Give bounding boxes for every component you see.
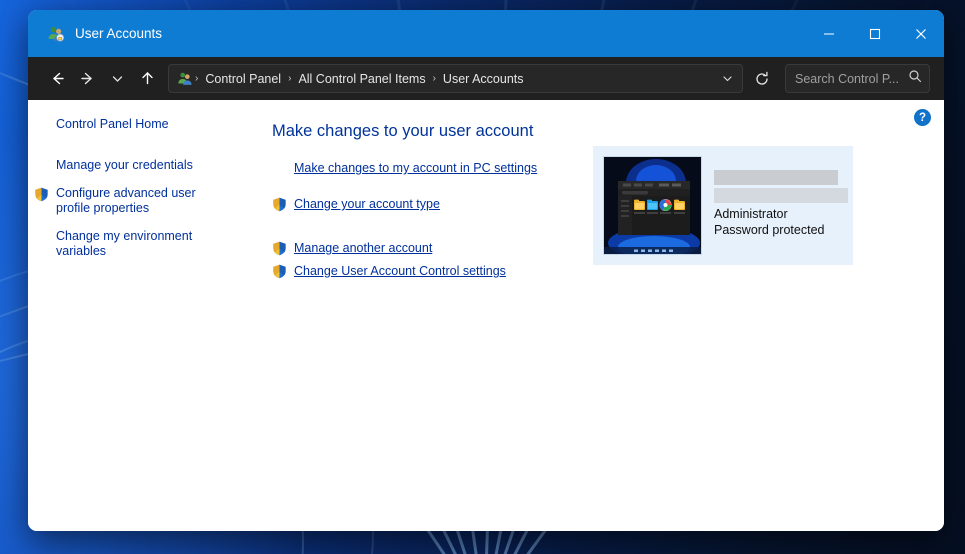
forward-arrow-icon[interactable] (72, 65, 102, 93)
link-label: Change User Account Control settings (294, 264, 506, 278)
link-label: Make changes to my account in PC setting… (294, 161, 538, 175)
window-body: Control Panel Home Manage your credentia… (28, 100, 944, 531)
search-box[interactable] (785, 64, 930, 93)
breadcrumb-separator: › (432, 73, 436, 84)
breadcrumb-separator: › (195, 73, 199, 84)
help-icon[interactable]: ? (914, 109, 931, 126)
user-accounts-icon (47, 25, 65, 43)
breadcrumb-item-all-control-panel-items[interactable]: All Control Panel Items (293, 69, 430, 89)
address-dropdown-chevron-down-icon[interactable] (714, 66, 740, 91)
uac-shield-icon (34, 187, 49, 202)
account-email-redacted (714, 188, 848, 203)
sidebar-item-label: Configure advanced user profile properti… (56, 186, 196, 215)
uac-shield-icon (272, 197, 287, 212)
back-arrow-icon[interactable] (42, 65, 72, 93)
search-icon[interactable] (908, 69, 922, 88)
breadcrumb-user-accounts-icon (177, 71, 193, 87)
breadcrumb-item-control-panel[interactable]: Control Panel (200, 69, 286, 89)
sidebar-item-label: Control Panel Home (56, 117, 169, 131)
password-status: Password protected (714, 223, 825, 237)
sidebar-item-change-my-environment-variables[interactable]: Change my environment variables (56, 229, 216, 259)
maximize-button[interactable] (852, 10, 898, 57)
refresh-icon[interactable] (747, 65, 777, 93)
main-content: Make changes to your user account Make c… (250, 100, 944, 531)
account-summary-panel: Administrator Password protected (593, 146, 853, 265)
recent-locations-chevron-down-icon[interactable] (102, 65, 132, 93)
close-button[interactable] (898, 10, 944, 57)
link-change-uac-settings[interactable]: Change User Account Control settings (273, 264, 944, 279)
minimize-button[interactable] (806, 10, 852, 57)
account-name-redacted (714, 170, 838, 185)
uac-shield-icon (272, 241, 287, 256)
account-type: Administrator (714, 207, 788, 221)
search-input[interactable] (793, 70, 908, 87)
breadcrumb-separator: › (288, 73, 292, 84)
account-details: Administrator Password protected (714, 156, 848, 238)
sidebar: Control Panel Home Manage your credentia… (28, 100, 250, 531)
sidebar-item-control-panel-home[interactable]: Control Panel Home (56, 117, 216, 132)
sidebar-item-label: Manage your credentials (56, 158, 193, 172)
breadcrumb-item-user-accounts[interactable]: User Accounts (438, 69, 529, 89)
link-label: Change your account type (294, 197, 440, 211)
sidebar-item-manage-your-credentials[interactable]: Manage your credentials (56, 158, 216, 173)
user-accounts-window: User Accounts › Control Panel › All Cont… (28, 10, 944, 531)
address-bar[interactable]: › Control Panel › All Control Panel Item… (168, 64, 743, 93)
window-titlebar[interactable]: User Accounts (28, 10, 944, 57)
up-arrow-icon[interactable] (132, 65, 162, 93)
link-label: Manage another account (294, 241, 433, 255)
navigation-toolbar: › Control Panel › All Control Panel Item… (28, 57, 944, 100)
uac-shield-icon (272, 264, 287, 279)
window-title: User Accounts (75, 26, 163, 41)
sidebar-item-configure-advanced-user-profile-properties[interactable]: Configure advanced user profile properti… (35, 186, 216, 216)
window-controls (806, 10, 944, 57)
avatar[interactable] (603, 156, 702, 255)
page-title: Make changes to your user account (272, 122, 534, 140)
sidebar-item-label: Change my environment variables (56, 229, 193, 258)
